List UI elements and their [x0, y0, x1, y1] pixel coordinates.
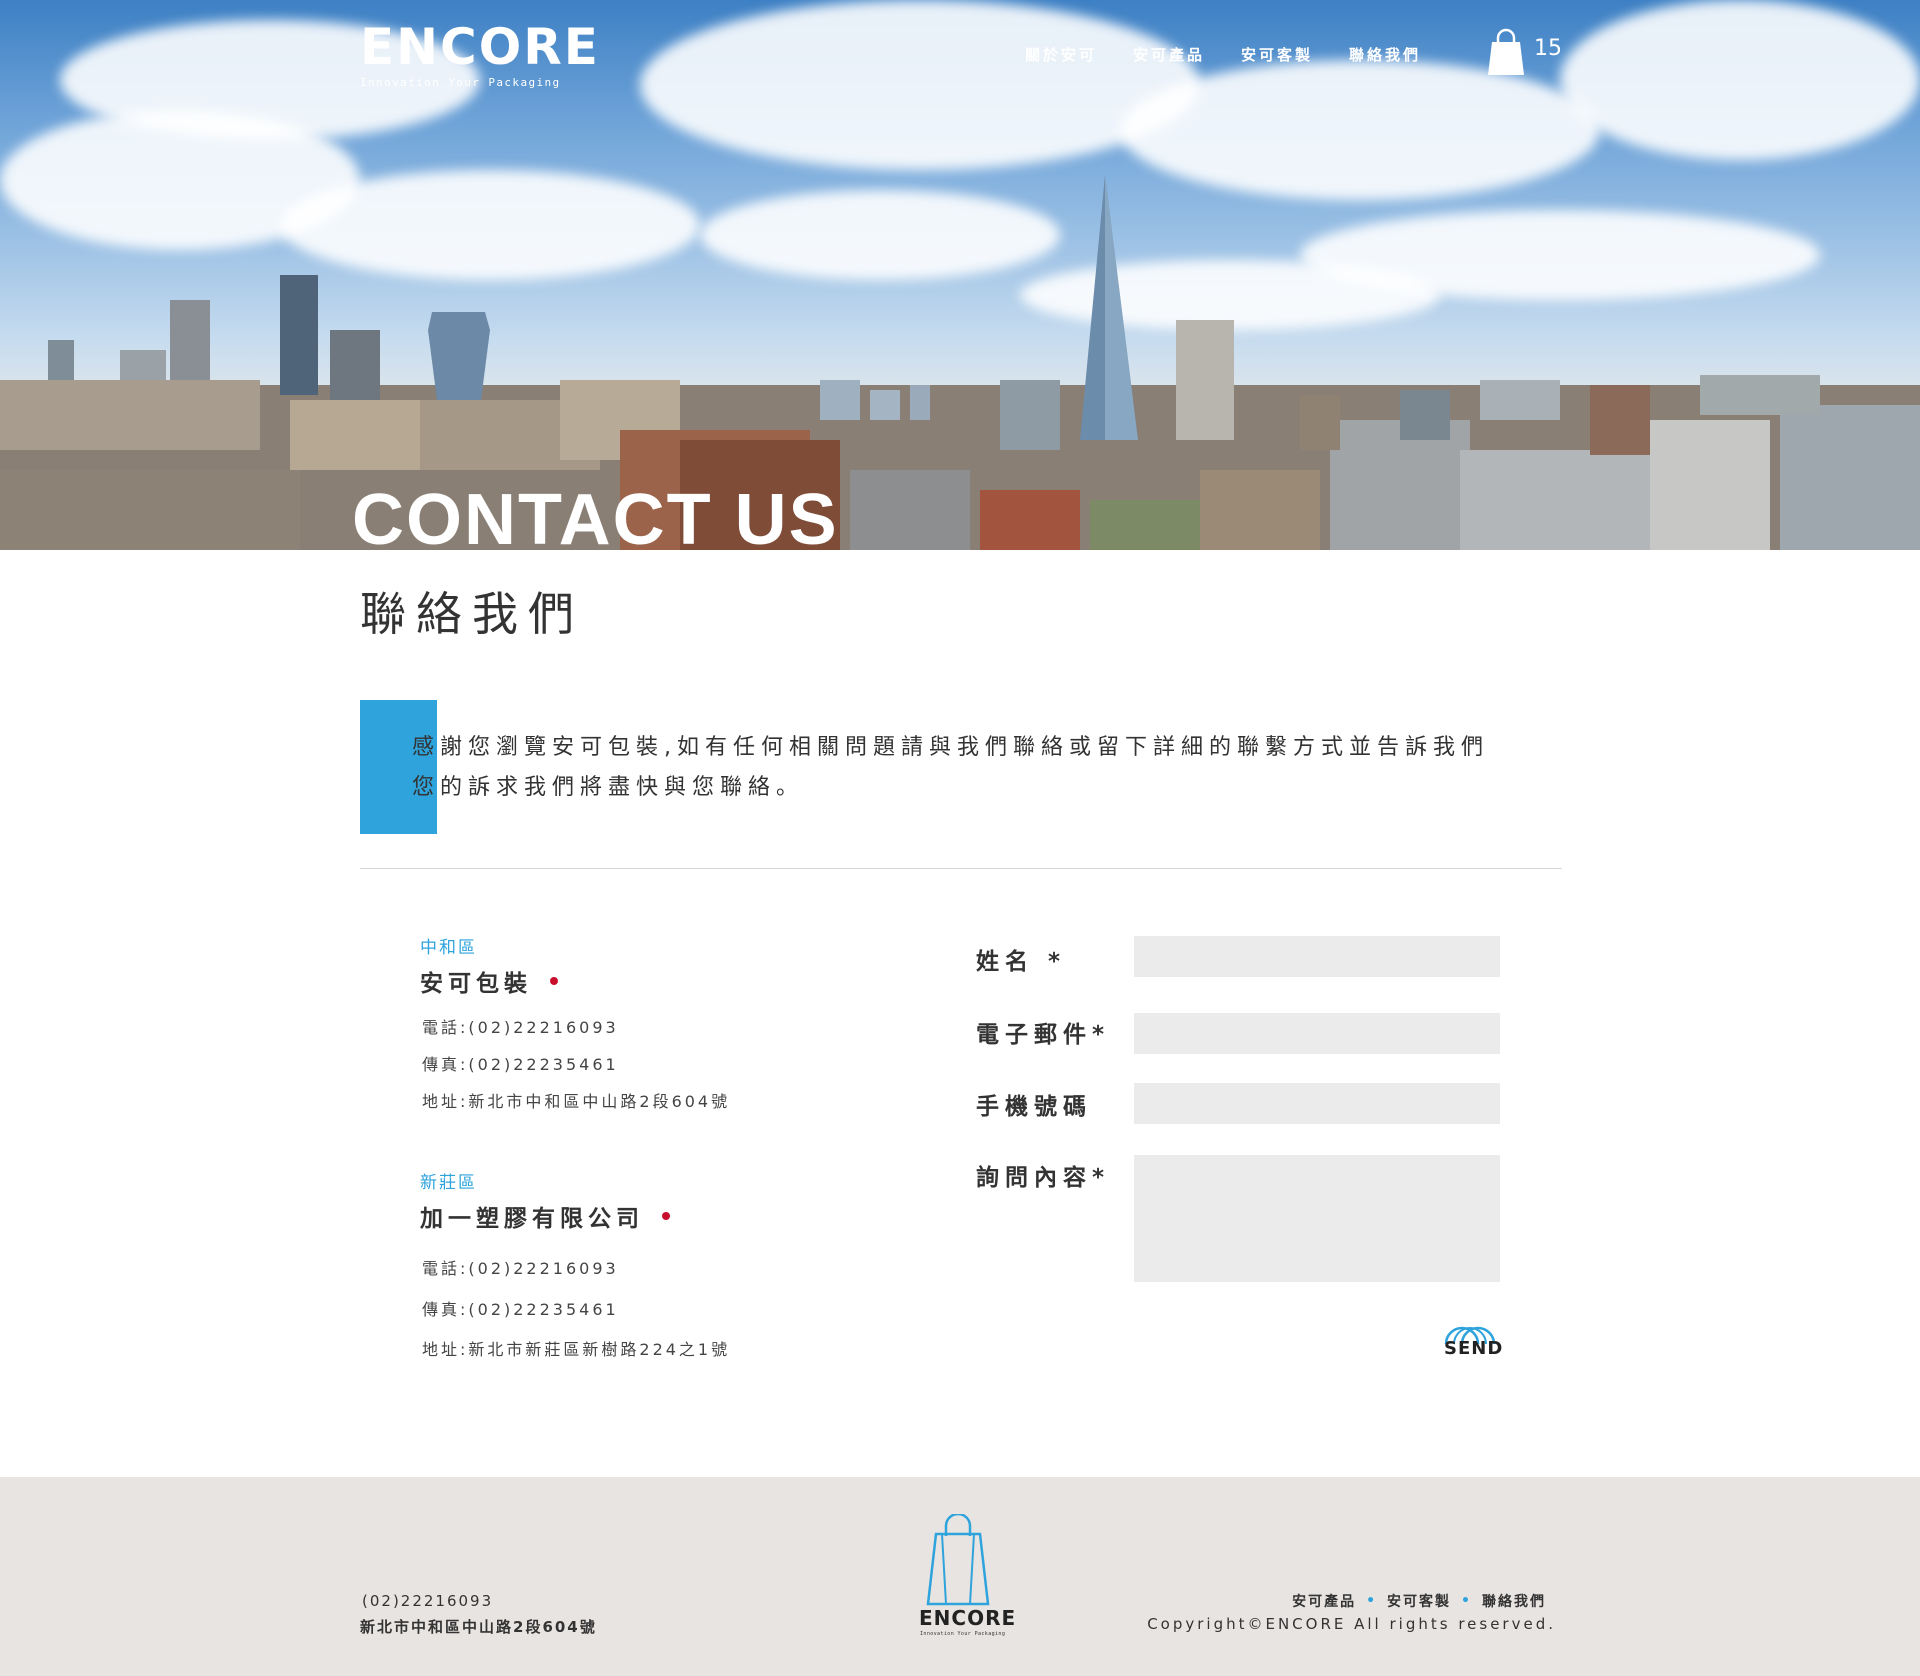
nav-contact[interactable]: 聯絡我們	[1349, 44, 1421, 65]
office-company-name: 安可包裝	[420, 971, 532, 997]
office-company: 安可包裝	[420, 964, 558, 998]
intro-text: 感謝您瀏覽安可包裝,如有任何相關問題請與我們聯絡或留下詳細的聯繫方式並告訴我們您…	[412, 735, 1489, 800]
logo-wordmark: ENCORE	[360, 22, 600, 72]
office-company: 加一塑膠有限公司	[420, 1199, 670, 1233]
shopping-bag-icon[interactable]	[1486, 28, 1526, 76]
cart-count[interactable]: 15	[1534, 36, 1562, 61]
footer-phone: (02)22216093	[362, 1592, 494, 1610]
hero-title: CONTACT US	[352, 480, 839, 550]
logo-tagline: Innovation Your Packaging	[360, 76, 561, 89]
office-company-name: 加一塑膠有限公司	[420, 1206, 644, 1232]
copyright: Copyright©ENCORE All rights reserved.	[1147, 1615, 1556, 1633]
mobile-field[interactable]	[1134, 1083, 1500, 1124]
office-area: 中和區	[420, 938, 477, 958]
footer-link-contact[interactable]: 聯絡我們	[1482, 1591, 1546, 1611]
name-label: 姓名 *	[976, 949, 1067, 975]
footer-logo-tagline: Innovation Your Packaging	[920, 1631, 1006, 1637]
office-zhonghe: 中和區 安可包裝 電話:(02)22216093 傳真:(02)22235461…	[420, 933, 727, 1111]
red-dot-icon	[550, 977, 558, 985]
nav-custom[interactable]: 安可客製	[1241, 44, 1313, 65]
footer-links: 安可產品 • 安可客製 • 聯絡我們	[1292, 1591, 1546, 1611]
city-skyline	[0, 175, 1920, 550]
office-address: 地址:新北市中和區中山路2段604號	[422, 1092, 731, 1111]
divider	[360, 868, 1562, 869]
logo[interactable]: ENCORE Innovation Your Packaging	[360, 22, 600, 89]
office-area: 新莊區	[420, 1173, 477, 1193]
bullet-icon: •	[1461, 1593, 1472, 1609]
page-title: 聯絡我們	[360, 587, 584, 641]
name-field[interactable]	[1134, 936, 1500, 977]
email-field[interactable]	[1134, 1013, 1500, 1054]
mobile-label: 手機號碼	[976, 1094, 1092, 1120]
logo-text: ENCORE	[360, 18, 600, 76]
main-nav: 關於安可 安可產品 安可客製 聯絡我們	[1025, 44, 1421, 65]
footer-address: 新北市中和區中山路2段604號	[360, 1618, 597, 1636]
hero-banner: ENCORE Innovation Your Packaging 關於安可 安可…	[0, 0, 1920, 550]
office-address: 地址:新北市新莊區新樹路224之1號	[422, 1340, 731, 1359]
footer-link-products[interactable]: 安可產品	[1292, 1591, 1356, 1611]
office-fax: 傳真:(02)22235461	[422, 1300, 619, 1319]
message-field[interactable]	[1134, 1155, 1500, 1282]
send-button[interactable]: SEND	[1444, 1338, 1503, 1359]
office-fax: 傳真:(02)22235461	[422, 1055, 619, 1074]
bullet-icon: •	[1366, 1593, 1378, 1609]
office-xinzhuang: 新莊區 加一塑膠有限公司 電話:(02)22216093 傳真:(02)2223…	[420, 1168, 727, 1359]
nav-products[interactable]: 安可產品	[1133, 44, 1205, 65]
red-dot-icon	[662, 1212, 670, 1220]
footer-link-custom[interactable]: 安可客製	[1387, 1591, 1451, 1611]
message-label: 詢問內容*	[976, 1165, 1111, 1191]
email-label: 電子郵件*	[976, 1022, 1111, 1048]
footer-logo-text[interactable]: ENCORE	[919, 1608, 1016, 1628]
office-phone: 電話:(02)22216093	[422, 1259, 619, 1278]
shopping-bag-logo-icon	[926, 1514, 990, 1606]
office-phone: 電話:(02)22216093	[422, 1018, 619, 1037]
nav-about[interactable]: 關於安可	[1025, 44, 1097, 65]
